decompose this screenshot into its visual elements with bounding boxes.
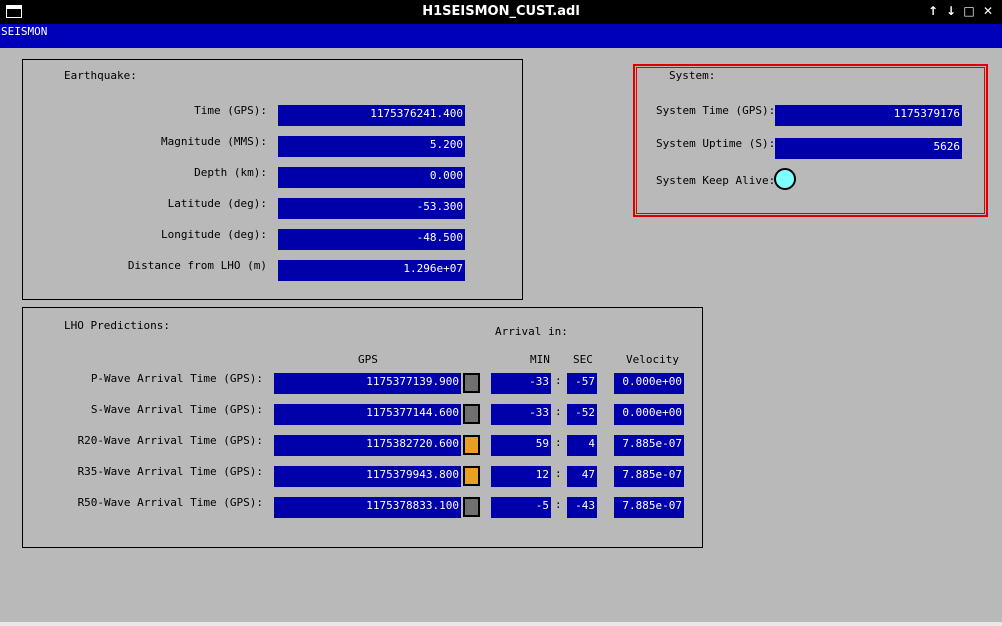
r50-wave-gps-value: 1175378833.100 (274, 497, 461, 518)
r35-wave-status-indicator-icon (463, 466, 480, 486)
r20-wave-colon: : (555, 436, 562, 449)
r35-wave-gps-value: 1175379943.800 (274, 466, 461, 487)
system-uptime-label: System Uptime (S): (656, 137, 776, 150)
r20-wave-status-indicator-icon (463, 435, 480, 455)
window-bottom-edge (0, 622, 1002, 626)
close-icon[interactable]: ✕ (981, 4, 995, 18)
window-titlebar: H1SEISMON_CUST.adl ↑ ↓ □ ✕ (0, 0, 1002, 24)
r50-wave-sec-value: -43 (567, 497, 597, 518)
earthquake-depth-label: Depth (km): (194, 166, 267, 179)
p-wave-label: P-Wave Arrival Time (GPS): (90, 372, 263, 385)
r50-wave-label: R50-Wave Arrival Time (GPS): (77, 496, 263, 509)
col-gps-header: GPS (358, 353, 378, 366)
earthquake-longitude-value: -48.500 (278, 229, 465, 250)
r35-wave-colon: : (555, 467, 562, 480)
window-title: H1SEISMON_CUST.adl (422, 4, 580, 19)
s-wave-min-value: -33 (491, 404, 551, 425)
system-time-value: 1175379176 (775, 105, 962, 126)
r35-wave-min-value: 12 (491, 466, 551, 487)
p-wave-velocity-value: 0.000e+00 (614, 373, 684, 394)
earthquake-longitude-label: Longitude (deg): (161, 228, 267, 241)
col-sec-header: SEC (573, 353, 593, 366)
earthquake-time-value: 1175376241.400 (278, 105, 465, 126)
earthquake-depth-value: 0.000 (278, 167, 465, 188)
earthquake-magnitude-label: Magnitude (MMS): (161, 135, 267, 148)
r35-wave-label: R35-Wave Arrival Time (GPS): (77, 465, 263, 478)
raise-window-icon[interactable]: ↑ (926, 4, 940, 18)
menubar: SEISMON (0, 24, 1002, 48)
p-wave-min-value: -33 (491, 373, 551, 394)
r20-wave-sec-value: 4 (567, 435, 597, 456)
s-wave-sec-value: -52 (567, 404, 597, 425)
predictions-heading: LHO Predictions: (64, 319, 170, 332)
r20-wave-label: R20-Wave Arrival Time (GPS): (77, 434, 263, 447)
r50-wave-velocity-value: 7.885e-07 (614, 497, 684, 518)
earthquake-distance-value: 1.296e+07 (278, 260, 465, 281)
s-wave-label: S-Wave Arrival Time (GPS): (90, 403, 263, 416)
r35-wave-sec-value: 47 (567, 466, 597, 487)
earthquake-distance-label: Distance from LHO (m) (127, 259, 267, 272)
s-wave-gps-value: 1175377144.600 (274, 404, 461, 425)
earthquake-magnitude-value: 5.200 (278, 136, 465, 157)
keepalive-indicator-icon (774, 168, 796, 190)
earthquake-latitude-value: -53.300 (278, 198, 465, 219)
s-wave-colon: : (555, 405, 562, 418)
p-wave-colon: : (555, 374, 562, 387)
earthquake-time-label: Time (GPS): (194, 104, 267, 117)
col-velocity-header: Velocity (626, 353, 679, 366)
r50-wave-status-indicator-icon (463, 497, 480, 517)
p-wave-status-indicator-icon (463, 373, 480, 393)
r20-wave-velocity-value: 7.885e-07 (614, 435, 684, 456)
r20-wave-min-value: 59 (491, 435, 551, 456)
menubar-label: SEISMON (1, 25, 48, 38)
s-wave-velocity-value: 0.000e+00 (614, 404, 684, 425)
r20-wave-gps-value: 1175382720.600 (274, 435, 461, 456)
p-wave-sec-value: -57 (567, 373, 597, 394)
p-wave-gps-value: 1175377139.900 (274, 373, 461, 394)
system-heading: System: (669, 69, 716, 82)
earthquake-latitude-label: Latitude (deg): (167, 197, 267, 210)
system-keepalive-label: System Keep Alive: (656, 174, 776, 187)
system-uptime-value: 5626 (775, 138, 962, 159)
lower-window-icon[interactable]: ↓ (944, 4, 958, 18)
arrival-heading: Arrival in: (495, 325, 568, 338)
system-time-label: System Time (GPS): (656, 104, 776, 117)
r50-wave-min-value: -5 (491, 497, 551, 518)
maximize-icon[interactable]: □ (962, 4, 976, 18)
r35-wave-velocity-value: 7.885e-07 (614, 466, 684, 487)
col-min-header: MIN (530, 353, 550, 366)
earthquake-heading: Earthquake: (64, 69, 137, 82)
s-wave-status-indicator-icon (463, 404, 480, 424)
r50-wave-colon: : (555, 498, 562, 511)
